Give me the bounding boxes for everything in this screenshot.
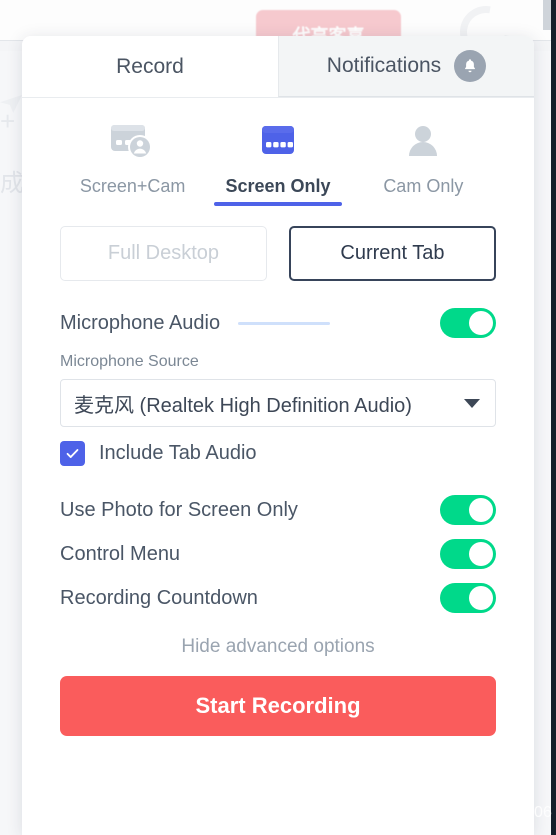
microphone-source-select[interactable]: 麦克风 (Realtek High Definition Audio)	[60, 379, 496, 427]
start-recording-button[interactable]: Start Recording	[60, 676, 496, 736]
tab-record[interactable]: Record	[22, 36, 278, 97]
include-tab-audio-label: Include Tab Audio	[99, 442, 257, 464]
toggle-knob	[469, 542, 493, 566]
microphone-audio-row: Microphone Audio	[22, 293, 534, 353]
tab-record-label: Record	[116, 54, 184, 78]
popup-tabs: Record Notifications	[22, 36, 534, 98]
mode-screen-plus-cam-label: Screen+Cam	[79, 176, 186, 196]
control-menu-row: Control Menu	[22, 532, 534, 576]
use-photo-for-screen-only-row: Use Photo for Screen Only	[22, 488, 534, 532]
chevron-down-icon	[464, 399, 480, 408]
mode-screen-only-label: Screen Only	[225, 176, 331, 196]
screen-icon	[255, 116, 301, 168]
microphone-source-label: Microphone Source	[60, 353, 199, 370]
background-right-edge	[551, 0, 556, 835]
tab-notifications-label: Notifications	[326, 54, 442, 77]
microphone-source-value: 麦克风 (Realtek High Definition Audio)	[74, 394, 412, 417]
capture-mode-selector: Screen+Cam Screen Only Cam Only	[22, 98, 534, 206]
background-scrollbar-thumb[interactable]	[543, 0, 551, 30]
screen-and-camera-icon	[110, 116, 156, 168]
bell-icon	[454, 50, 487, 82]
background-left-glyph: 成	[0, 170, 24, 197]
person-icon	[400, 116, 446, 168]
use-photo-for-screen-only-label: Use Photo for Screen Only	[60, 498, 298, 521]
microphone-audio-toggle[interactable]	[440, 308, 497, 338]
recording-countdown-toggle[interactable]	[440, 583, 496, 613]
tab-notifications[interactable]: Notifications	[278, 36, 534, 97]
microphone-audio-label: Microphone Audio	[60, 311, 221, 334]
capture-source-buttons: Full Desktop Current Tab	[22, 206, 534, 281]
checkmark-icon	[66, 449, 79, 458]
mode-cam-only[interactable]: Cam Only	[351, 116, 496, 206]
include-tab-audio-checkbox[interactable]	[60, 441, 85, 466]
mode-screen-only[interactable]: Screen Only	[205, 116, 350, 206]
toggle-knob	[469, 311, 494, 335]
screen-recorder-popup: Record Notifications Screen+Cam Screen O…	[22, 36, 534, 835]
control-menu-label: Control Menu	[60, 542, 181, 565]
toggle-knob	[469, 498, 493, 522]
hide-advanced-options-link[interactable]: Hide advanced options	[22, 620, 534, 658]
mode-underline-active	[213, 202, 342, 206]
control-menu-toggle[interactable]	[440, 539, 496, 569]
mode-cam-only-label: Cam Only	[383, 176, 464, 196]
use-photo-for-screen-only-toggle[interactable]	[440, 495, 496, 525]
recording-countdown-label: Recording Countdown	[60, 586, 258, 609]
mode-underline	[359, 202, 487, 206]
full-desktop-button[interactable]: Full Desktop	[60, 226, 267, 281]
microphone-source-field: 麦克风 (Realtek High Definition Audio)	[22, 371, 534, 427]
include-tab-audio-row[interactable]: Include Tab Audio	[22, 427, 534, 466]
current-tab-button[interactable]: Current Tab	[288, 226, 496, 281]
recording-countdown-row: Recording Countdown	[22, 576, 534, 620]
mode-screen-plus-cam[interactable]: Screen+Cam	[60, 116, 205, 206]
toggle-knob	[469, 586, 493, 610]
page-root: 代亨客喜 + 成 Record Notifications	[0, 0, 556, 835]
start-recording-wrap: Start Recording	[22, 658, 534, 736]
mode-underline	[69, 202, 197, 206]
microphone-level-meter	[238, 321, 331, 325]
